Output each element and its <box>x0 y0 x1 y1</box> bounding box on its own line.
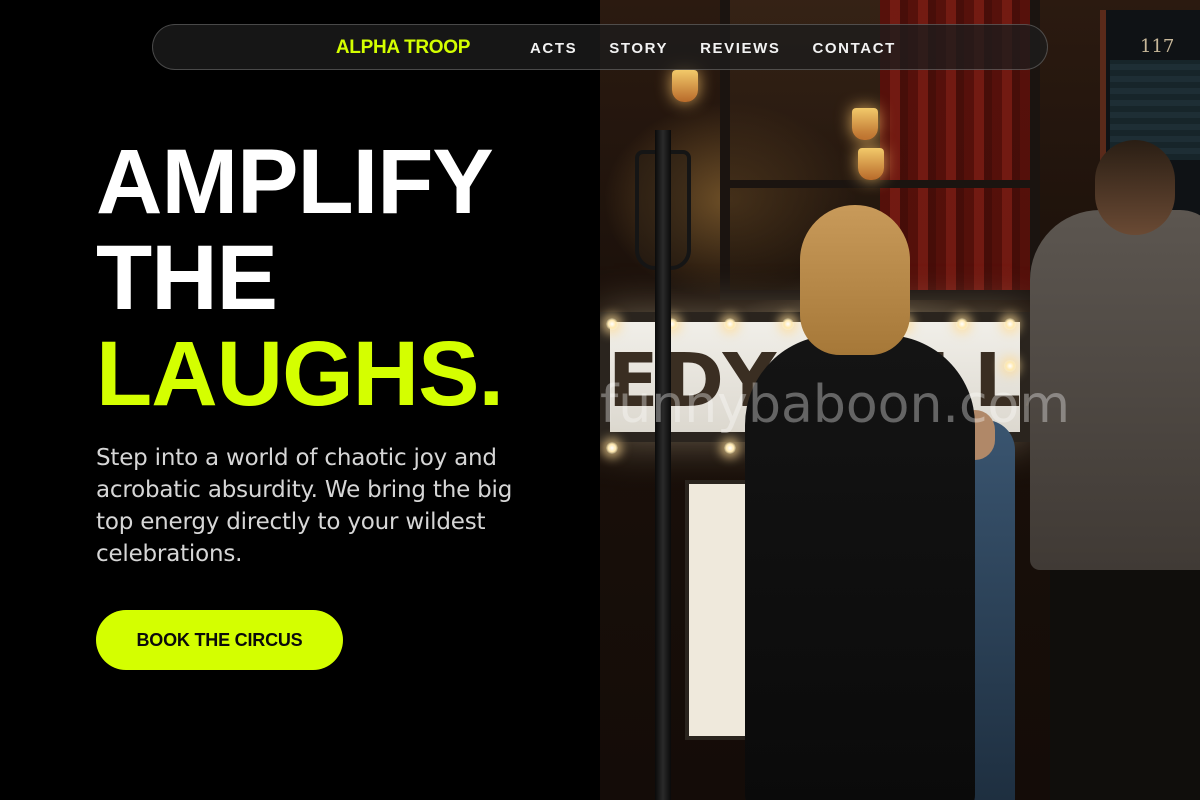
marquee-bulb <box>724 318 736 330</box>
nav-link-story[interactable]: STORY <box>609 40 668 57</box>
door-number: 117 <box>1140 36 1175 57</box>
nav-link-contact[interactable]: CONTACT <box>812 40 895 57</box>
window-divider <box>720 180 1040 188</box>
person-man-head <box>1095 140 1175 235</box>
hero-headline: AMPLIFY THE LAUGHS. <box>96 131 504 425</box>
lamp-shade <box>672 70 698 102</box>
nav-link-acts[interactable]: ACTS <box>530 40 577 57</box>
hero-subtext: Step into a world of chaotic joy and acr… <box>96 445 513 567</box>
person-woman-hair <box>800 205 910 355</box>
watermark: funnybaboon.com <box>600 375 1071 435</box>
top-navbar: ALPHA TROOP ACTS STORY REVIEWS CONTACT <box>152 24 1048 70</box>
headline-line-2: THE <box>96 227 278 329</box>
lamp-shade <box>858 148 884 180</box>
book-the-circus-button[interactable]: BOOK THE CIRCUS <box>96 610 343 670</box>
hero-photo: 117 EDY CELLAR funnybaboon.com <box>600 0 1200 800</box>
street-lamp-post <box>655 130 671 800</box>
lamp-shade <box>852 108 878 140</box>
person-man <box>1030 140 1200 800</box>
nav-link-reviews[interactable]: REVIEWS <box>700 40 780 57</box>
headline-line-1: AMPLIFY <box>96 131 494 233</box>
marquee-bulb <box>1004 360 1016 372</box>
marquee-bulb <box>606 318 618 330</box>
marquee-bulb <box>606 442 618 454</box>
person-woman <box>745 205 975 800</box>
marquee-bulb <box>724 442 736 454</box>
nav-links: ACTS STORY REVIEWS CONTACT <box>530 25 928 71</box>
marquee-bulb <box>1004 318 1016 330</box>
brand-logo[interactable]: ALPHA TROOP <box>323 32 483 64</box>
headline-line-3: LAUGHS. <box>96 323 504 425</box>
person-man-legs <box>1050 560 1200 800</box>
